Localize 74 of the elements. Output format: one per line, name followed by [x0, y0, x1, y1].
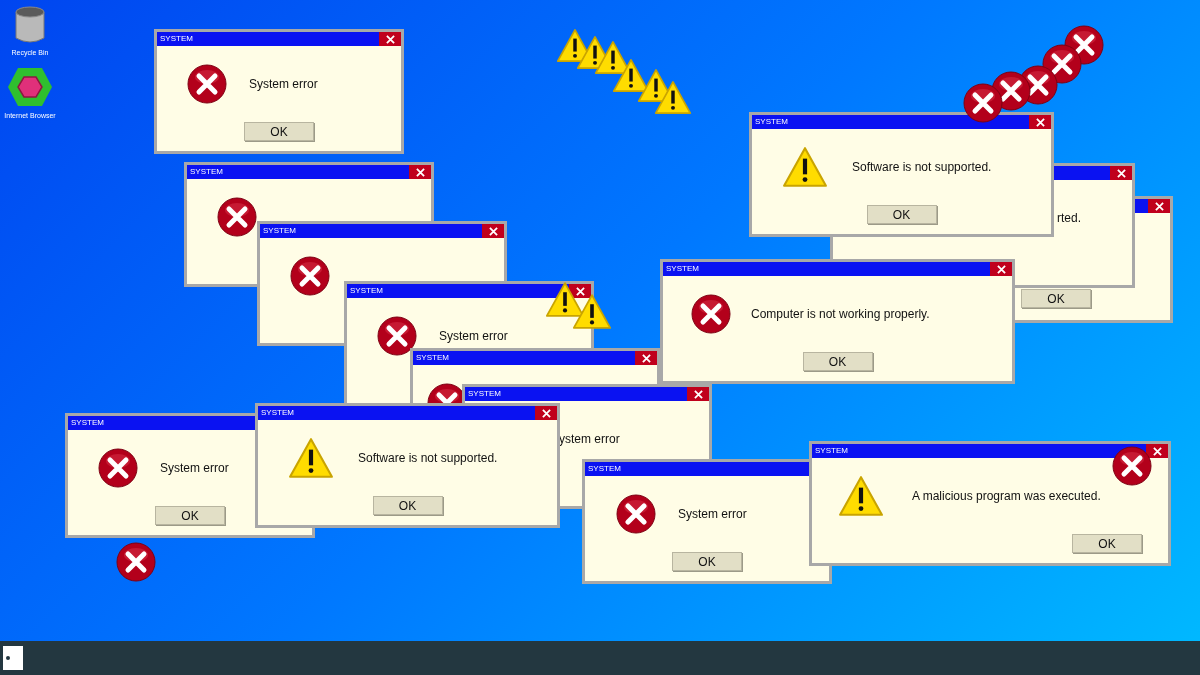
error-icon: [217, 197, 257, 237]
close-button[interactable]: [1146, 444, 1168, 458]
window-title: SYSTEM: [415, 354, 449, 362]
window-title: SYSTEM: [70, 419, 104, 427]
dialog-message: System error: [678, 506, 747, 523]
close-icon: [541, 408, 551, 418]
ok-button[interactable]: OK: [372, 496, 443, 515]
ok-button[interactable]: OK: [866, 205, 937, 224]
error-icon: [1112, 446, 1152, 486]
ok-button[interactable]: OK: [1021, 289, 1091, 308]
dialog-message: Computer is not working properly.: [751, 306, 930, 323]
dialog-message: System error: [439, 328, 508, 345]
window-title: SYSTEM: [189, 168, 223, 176]
window-title: SYSTEM: [665, 265, 699, 273]
close-button[interactable]: [1148, 199, 1170, 213]
close-button[interactable]: [635, 351, 657, 365]
warning-icon: [782, 146, 828, 188]
error-icon: [963, 83, 1003, 123]
warning-icon: [288, 437, 334, 479]
window-title: SYSTEM: [260, 409, 294, 417]
hexagon-icon[interactable]: [7, 66, 53, 107]
error-icon: [116, 542, 156, 582]
close-icon: [1154, 201, 1164, 211]
dot-icon: [6, 656, 10, 660]
close-button[interactable]: [535, 406, 557, 420]
close-icon: [641, 353, 651, 363]
window-title: SYSTEM: [262, 227, 296, 235]
error-icon: [290, 256, 330, 296]
error-icon: [377, 316, 417, 356]
warning-icon: [654, 80, 692, 115]
warning-icon: [572, 293, 612, 330]
dialog-message: Software is not supported.: [852, 159, 992, 176]
close-icon: [415, 167, 425, 177]
close-button[interactable]: [379, 32, 401, 46]
window-title: SYSTEM: [814, 447, 848, 455]
close-button[interactable]: [569, 284, 591, 298]
error-icon: [98, 448, 138, 488]
dialog-message: A malicious program was executed.: [912, 488, 1101, 505]
close-button[interactable]: [1029, 115, 1051, 129]
error-icon: [616, 494, 656, 534]
close-button[interactable]: [687, 387, 709, 401]
close-icon: [385, 34, 395, 44]
close-button[interactable]: [990, 262, 1012, 276]
close-icon: [693, 389, 703, 399]
window-title: SYSTEM: [467, 390, 501, 398]
ok-button[interactable]: OK: [1072, 534, 1142, 553]
trash-bin-icon[interactable]: [15, 6, 45, 44]
dialog-message: System error: [249, 76, 318, 93]
dialog-message: Software is not supported.: [358, 450, 498, 467]
close-icon: [1035, 117, 1045, 127]
window-title: SYSTEM: [349, 287, 383, 295]
ok-button[interactable]: OK: [802, 352, 873, 371]
dialog-message: rted.: [1057, 210, 1081, 227]
error-icon: [691, 294, 731, 334]
window-title: SYSTEM: [587, 465, 621, 473]
close-button[interactable]: [409, 165, 431, 179]
ok-button[interactable]: OK: [155, 506, 225, 525]
window-title: SYSTEM: [159, 35, 193, 43]
ok-button[interactable]: OK: [672, 552, 742, 571]
close-button[interactable]: [482, 224, 504, 238]
close-icon: [575, 286, 585, 296]
start-button[interactable]: [3, 646, 23, 670]
error-icon: [187, 64, 227, 104]
dialog-message: System error: [160, 460, 229, 477]
close-icon: [1116, 168, 1126, 178]
close-icon: [996, 264, 1006, 274]
ok-button[interactable]: OK: [244, 122, 314, 141]
warning-icon: [838, 475, 884, 517]
close-icon: [1152, 446, 1162, 456]
dialog-message: ystem error: [559, 431, 620, 448]
close-button[interactable]: [1110, 166, 1132, 180]
warning-icon: [545, 281, 585, 318]
window-title: SYSTEM: [754, 118, 788, 126]
close-icon: [488, 226, 498, 236]
